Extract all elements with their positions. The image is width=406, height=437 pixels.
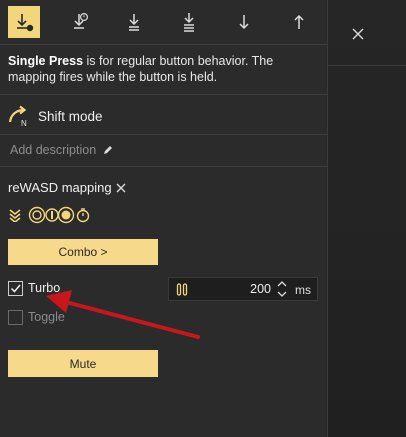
- double-press-icon: [129, 14, 139, 31]
- mapping-options-row: [8, 205, 92, 225]
- down-arrow-icon: [239, 15, 249, 30]
- checkmark-icon: [10, 284, 21, 293]
- toggle-checkbox[interactable]: [8, 310, 23, 325]
- remove-mapping-icon[interactable]: [115, 182, 127, 194]
- double-press-tab[interactable]: [118, 6, 150, 38]
- add-description-field[interactable]: Add description: [10, 143, 114, 157]
- up-tab[interactable]: [283, 6, 315, 38]
- toggle-label: Toggle: [28, 310, 65, 324]
- divider: [0, 166, 327, 167]
- turbo-label: Turbo: [28, 281, 61, 295]
- triple-chevron-icon[interactable]: [8, 208, 22, 222]
- divider: [0, 134, 327, 135]
- long-press-tab[interactable]: [64, 6, 96, 38]
- shift-mode-icon: N: [8, 105, 27, 127]
- macro-options-icon[interactable]: [28, 206, 92, 224]
- triple-press-icon: [184, 13, 194, 32]
- close-icon[interactable]: [346, 22, 370, 46]
- divider: [0, 94, 327, 95]
- turbo-delay-input[interactable]: 200 ms: [168, 277, 318, 301]
- triple-press-tab[interactable]: [173, 6, 205, 38]
- turbo-delay-value: 200: [250, 282, 271, 296]
- activator-toolbar: [0, 0, 327, 44]
- mapping-row: reWASD mapping: [8, 180, 127, 195]
- turbo-units: ms: [295, 283, 311, 297]
- single-press-icon: [17, 14, 34, 32]
- down-tab[interactable]: [228, 6, 260, 38]
- long-press-icon: [74, 12, 89, 29]
- mute-button[interactable]: Mute: [8, 350, 158, 377]
- spinner-icon[interactable]: [275, 279, 289, 299]
- shift-mode-label: Shift mode: [38, 108, 103, 124]
- mapping-panel: Single Press is for regular button behav…: [0, 0, 327, 437]
- divider: [0, 44, 327, 45]
- pencil-icon: [104, 146, 113, 154]
- pause-icon: [176, 283, 188, 296]
- mapping-title: reWASD mapping: [8, 180, 112, 195]
- activator-description: Single Press is for regular button behav…: [8, 53, 320, 85]
- background-area: [328, 0, 406, 437]
- description-bold: Single Press: [8, 54, 84, 68]
- add-description-placeholder: Add description: [10, 143, 97, 157]
- turbo-checkbox[interactable]: [8, 281, 23, 296]
- up-arrow-icon: [294, 14, 304, 29]
- shift-mode-button[interactable]: N Shift mode: [8, 104, 103, 128]
- shift-badge: N: [21, 119, 27, 127]
- divider: [328, 65, 406, 66]
- single-press-tab[interactable]: [8, 6, 40, 38]
- combo-button[interactable]: Combo >: [8, 239, 158, 265]
